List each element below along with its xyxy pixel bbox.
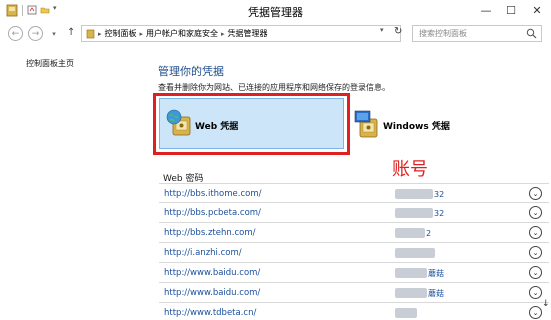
- redacted-username: [395, 268, 427, 278]
- expand-chevron-icon[interactable]: ⌄: [529, 286, 542, 299]
- credential-row[interactable]: http://www.baidu.com/蘑菇 ⌄: [159, 263, 549, 283]
- web-credentials-label: Web 凭据: [195, 122, 239, 132]
- web-credentials-icon: [166, 109, 191, 136]
- breadcrumb-user-accounts[interactable]: 用户帐户和家庭安全: [146, 28, 218, 39]
- windows-credentials-label: Windows 凭据: [383, 122, 450, 132]
- credential-row[interactable]: http://www.baidu.com/蘑菇 ⌄: [159, 283, 549, 303]
- expand-chevron-icon[interactable]: ⌄: [529, 187, 542, 200]
- search-input[interactable]: 搜索控制面板: [412, 25, 542, 42]
- page-description: 查看并删除你为网站、已连接的应用程序和网络保存的登录信息。: [158, 83, 390, 92]
- title-bar: ▾ 凭据管理器 — ☐ ✕: [0, 0, 551, 22]
- credential-username: 蘑菇: [395, 267, 444, 279]
- navigation-bar: ← → ▾ ↑ ▸ 控制面板 ▸ 用户帐户和家庭安全 ▸ 凭据管理器 ▾ ↻ 搜…: [0, 22, 551, 46]
- username-tail: 蘑菇: [428, 288, 444, 298]
- expand-chevron-icon[interactable]: ⌄: [529, 266, 542, 279]
- breadcrumb-control-panel[interactable]: 控制面板: [105, 28, 137, 39]
- credential-username: 32: [395, 188, 444, 200]
- web-password-list: http://bbs.ithome.com/32 ⌄ http://bbs.pcbe…: [159, 183, 549, 320]
- account-annotation: 账号: [392, 159, 428, 180]
- credential-url: http://www.baidu.com/: [164, 288, 261, 298]
- recent-pages-chevron-icon[interactable]: ▾: [49, 26, 59, 41]
- windows-credentials-icon: [354, 110, 378, 138]
- expand-chevron-icon[interactable]: ⌄: [529, 246, 542, 259]
- credential-url: http://www.baidu.com/: [164, 268, 261, 278]
- credential-row[interactable]: http://bbs.ztehn.com/2 ⌄: [159, 223, 549, 243]
- credential-row[interactable]: http://bbs.pcbeta.com/32 ⌄: [159, 203, 549, 223]
- credential-row[interactable]: http://www.tdbeta.cn/ ⌄: [159, 303, 549, 320]
- close-button[interactable]: ✕: [525, 0, 549, 20]
- credential-url: http://i.anzhi.com/: [164, 248, 242, 258]
- web-credentials-button[interactable]: Web 凭据: [159, 98, 344, 149]
- credential-row[interactable]: http://i.anzhi.com/ ⌄: [159, 243, 549, 263]
- address-history-chevron-icon[interactable]: ▾: [380, 26, 384, 34]
- breadcrumb-credential-manager[interactable]: 凭据管理器: [228, 28, 268, 39]
- control-panel-home-link[interactable]: 控制面板主页: [26, 58, 74, 69]
- username-tail: 32: [434, 189, 445, 199]
- redacted-username: [395, 208, 433, 218]
- credential-username: [395, 247, 436, 259]
- credential-username: 2: [395, 227, 431, 239]
- control-panel-icon: [86, 29, 95, 38]
- credential-row[interactable]: http://bbs.ithome.com/32 ⌄: [159, 183, 549, 203]
- search-placeholder: 搜索控制面板: [419, 29, 467, 38]
- redacted-username: [395, 288, 427, 298]
- up-button[interactable]: ↑: [67, 27, 75, 38]
- back-button[interactable]: ←: [8, 26, 23, 41]
- maximize-button[interactable]: ☐: [499, 0, 523, 20]
- breadcrumb-separator-icon: ▸: [98, 29, 102, 38]
- redacted-username: [395, 248, 435, 258]
- breadcrumb-separator-icon: ▸: [221, 29, 225, 38]
- credential-username: 32: [395, 207, 444, 219]
- redacted-username: [395, 189, 433, 199]
- redacted-username: [395, 228, 425, 238]
- username-tail: 蘑菇: [428, 268, 444, 278]
- address-bar[interactable]: ▸ 控制面板 ▸ 用户帐户和家庭安全 ▸ 凭据管理器: [81, 25, 401, 42]
- expand-chevron-icon[interactable]: ⌄: [529, 226, 542, 239]
- credential-url: http://bbs.ithome.com/: [164, 189, 262, 199]
- forward-button[interactable]: →: [28, 26, 43, 41]
- expand-chevron-icon[interactable]: ⌄: [529, 206, 542, 219]
- page-heading: 管理你的凭据: [158, 65, 224, 78]
- minimize-button[interactable]: —: [474, 0, 498, 20]
- username-tail: 2: [426, 228, 432, 238]
- credential-url: http://bbs.ztehn.com/: [164, 228, 256, 238]
- redacted-username: [395, 308, 417, 318]
- username-tail: 32: [434, 208, 445, 218]
- scroll-down-arrow-icon[interactable]: ↓: [542, 299, 550, 309]
- breadcrumb-separator-icon: ▸: [139, 29, 144, 38]
- search-icon[interactable]: [526, 28, 537, 39]
- credential-url: http://bbs.pcbeta.com/: [164, 208, 261, 218]
- credential-username: 蘑菇: [395, 287, 444, 299]
- credential-url: http://www.tdbeta.cn/: [164, 308, 257, 318]
- windows-credentials-button[interactable]: Windows 凭据: [354, 108, 464, 144]
- window-title: 凭据管理器: [248, 6, 303, 19]
- expand-chevron-icon[interactable]: ⌄: [529, 306, 542, 319]
- credential-username: [395, 307, 418, 319]
- refresh-button[interactable]: ↻: [394, 26, 402, 37]
